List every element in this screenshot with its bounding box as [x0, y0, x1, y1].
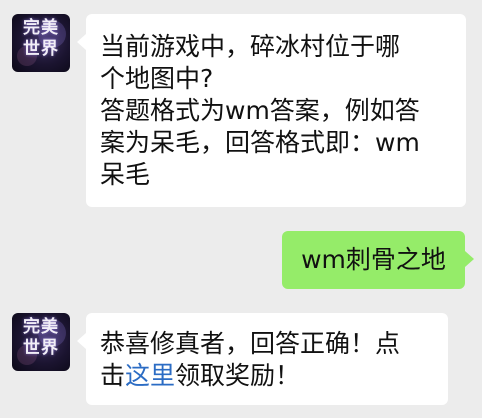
- message-text-line: 答题格式为wm答案，例如答: [100, 96, 420, 125]
- message-text-line: 当前游戏中，碎冰村位于哪: [100, 32, 401, 61]
- message-text-line: 呆毛: [100, 160, 151, 189]
- message-text-line: 击这里领取奖励！: [100, 360, 432, 392]
- avatar-logo-text: 世界: [23, 39, 59, 59]
- avatar-logo-text: 世界: [23, 338, 59, 358]
- reward-link[interactable]: 这里: [125, 361, 175, 390]
- message-text-line: 恭喜修真者，回答正确！点: [100, 329, 401, 358]
- sender-avatar[interactable]: 完美 世界: [12, 313, 70, 371]
- incoming-message-bubble[interactable]: 当前游戏中，碎冰村位于哪 个地图中? 答题格式为wm答案，例如答 案为呆毛，回答…: [77, 14, 466, 207]
- incoming-message-bubble[interactable]: 恭喜修真者，回答正确！点 击这里领取奖励！: [77, 313, 448, 405]
- message-text: 击: [100, 361, 126, 390]
- message-text: 领取奖励！: [175, 361, 301, 390]
- message-text-line: 案为呆毛，回答格式即：wm: [100, 128, 420, 157]
- sender-avatar[interactable]: 完美 世界: [12, 14, 70, 72]
- message-text: wm刺骨之地: [301, 245, 446, 274]
- message-text-line: 个地图中?: [100, 64, 214, 93]
- avatar-logo-text: 完美: [23, 317, 59, 337]
- outgoing-message-bubble[interactable]: wm刺骨之地: [282, 231, 474, 289]
- avatar-logo-text: 完美: [23, 18, 59, 38]
- chat-screen: 完美 世界 当前游戏中，碎冰村位于哪 个地图中? 答题格式为wm答案，例如答 案…: [0, 0, 482, 418]
